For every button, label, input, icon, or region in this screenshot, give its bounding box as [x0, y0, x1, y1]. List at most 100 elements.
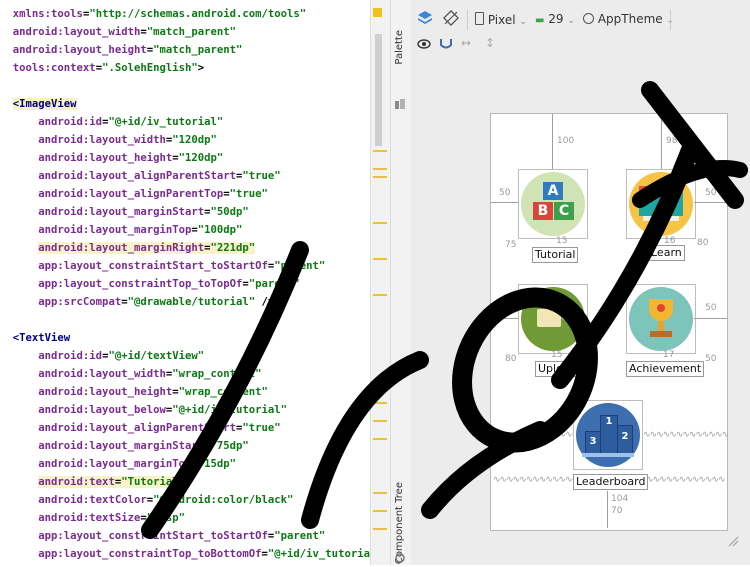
- xml-value: "Tutorial": [121, 476, 185, 488]
- margin-right-r2: 50: [705, 303, 717, 313]
- theme-selector[interactable]: AppTheme ⌄: [583, 12, 674, 26]
- iv-leaderboard[interactable]: 1 2 3: [573, 400, 643, 470]
- xml-value: "@+id/iv_tutorial": [172, 404, 288, 416]
- text-leaderboard[interactable]: Leaderboard: [573, 474, 649, 490]
- code-line[interactable]: android:id="@+id/iv_tutorial": [0, 113, 223, 131]
- code-line[interactable]: android:layout_marginStart="50dp": [0, 203, 249, 221]
- code-line[interactable]: android:layout_marginRight="221dp": [0, 239, 256, 257]
- xml-attribute: tools:context: [12, 62, 96, 74]
- xml-value: "parent": [274, 260, 326, 272]
- layout-canvas[interactable]: 100 98 50 A B C 50 75 15 55 Tutorial 16 …: [490, 113, 729, 531]
- spring-constraint: ∿∿∿∿∿∿∿∿∿∿∿∿: [646, 475, 725, 485]
- code-line[interactable]: app:layout_constraintTop_toTopOf="parent…: [0, 275, 300, 293]
- code-line[interactable]: android:layout_marginTop="100dp": [0, 221, 242, 239]
- xml-attribute: android:id: [38, 116, 103, 128]
- code-line[interactable]: app:layout_constraintStart_toStartOf="pa…: [0, 257, 325, 275]
- xml-attribute: android:textColor: [38, 494, 147, 506]
- code-line[interactable]: android:textSize="20sp": [0, 509, 185, 527]
- text-achievement[interactable]: Achievement: [626, 361, 705, 377]
- podium-1: 1: [600, 415, 618, 455]
- orientation-icon[interactable]: [443, 10, 459, 29]
- magnet-icon[interactable]: [439, 38, 453, 53]
- iv-learn[interactable]: [626, 169, 696, 239]
- code-line[interactable]: android:layout_height="match_parent": [0, 41, 243, 59]
- video-camera-icon: [521, 287, 585, 351]
- code-line[interactable]: android:layout_below="@+id/iv_tutorial": [0, 401, 287, 419]
- xml-value: "@android:color/black": [153, 494, 294, 506]
- text-learn[interactable]: Learn: [648, 245, 685, 261]
- palette-tab[interactable]: Palette: [394, 30, 405, 65]
- warning-marker[interactable]: [373, 294, 387, 296]
- warning-marker[interactable]: [373, 168, 387, 170]
- margin-right-r1: 50: [705, 188, 717, 198]
- podium-icon: 1 2 3: [576, 403, 640, 467]
- margin-bottom-2: 70: [611, 506, 623, 516]
- vertical-arrows-icon[interactable]: ↕: [485, 36, 495, 50]
- code-line[interactable]: app:layout_constraintTop_toBottomOf="@+i…: [0, 545, 370, 563]
- code-line[interactable]: android:layout_alignParentStart="true": [0, 167, 280, 185]
- xml-code-editor[interactable]: xmlns:tools="http://schemas.android.com/…: [0, 0, 370, 565]
- xml-attribute: android:layout_marginStart: [38, 206, 205, 218]
- layout-design-view[interactable]: Pixel ⌄ ▬ 29 ⌄ AppTheme ⌄ ↔ ↕ 100 98: [411, 0, 750, 565]
- code-line[interactable]: xmlns:tools="http://schemas.android.com/…: [0, 5, 306, 23]
- iv-tutorial[interactable]: A B C: [518, 169, 588, 239]
- code-line[interactable]: android:layout_width="120dp": [0, 131, 217, 149]
- code-line[interactable]: <ImageView: [0, 95, 77, 113]
- code-line[interactable]: <TextView: [0, 329, 70, 347]
- code-line[interactable]: android:id="@+id/textView": [0, 347, 204, 365]
- xml-value: "50dp": [210, 206, 249, 218]
- xml-attribute: android:text: [38, 476, 115, 488]
- design-surface-icon[interactable]: [417, 10, 433, 29]
- text-upload[interactable]: Upload: [535, 361, 580, 377]
- design-toolbar: Pixel ⌄ ▬ 29 ⌄ AppTheme ⌄: [411, 8, 750, 34]
- code-line[interactable]: android:layout_height="120dp": [0, 149, 223, 167]
- device-selector[interactable]: Pixel ⌄: [475, 12, 527, 27]
- code-line[interactable]: android:textColor="@android:color/black": [0, 491, 293, 509]
- phone-icon: [475, 12, 484, 25]
- xml-attribute: app:layout_constraintTop_toBottomOf: [38, 548, 262, 560]
- code-line[interactable]: android:layout_marginTop="15dp": [0, 455, 236, 473]
- code-line[interactable]: tools:context=".SolehEnglish">: [0, 59, 204, 77]
- margin-right-r3: 50: [705, 354, 717, 364]
- text-tutorial[interactable]: Tutorial: [532, 247, 579, 263]
- warning-marker[interactable]: [373, 258, 387, 260]
- xml-attribute: android:layout_width: [12, 26, 141, 38]
- code-line[interactable]: android:layout_width="wrap_content": [0, 365, 261, 383]
- xml-attribute: android:layout_width: [38, 134, 166, 146]
- code-line[interactable]: android:layout_height="wrap_content": [0, 383, 268, 401]
- warning-marker[interactable]: [373, 510, 387, 512]
- xml-value: "@drawable/tutorial": [127, 296, 256, 308]
- code-line[interactable]: android:text="Tutorial": [0, 473, 185, 491]
- horizontal-arrows-icon[interactable]: ↔: [461, 36, 471, 50]
- code-line[interactable]: android:layout_marginStart="75dp": [0, 437, 249, 455]
- warning-marker[interactable]: [373, 492, 387, 494]
- xml-value: "20sp": [146, 512, 186, 524]
- code-line[interactable]: android:layout_alignParentTop="true": [0, 185, 268, 203]
- warning-marker[interactable]: [373, 150, 387, 152]
- eye-icon[interactable]: [417, 38, 431, 53]
- warning-marker[interactable]: [373, 176, 387, 178]
- warning-marker[interactable]: [373, 438, 387, 440]
- warning-indicator[interactable]: [373, 8, 382, 17]
- editor-scrollbar[interactable]: [375, 34, 382, 146]
- xml-attribute: android:id: [38, 350, 103, 362]
- xml-attribute: app:srcCompat: [38, 296, 122, 308]
- warning-marker[interactable]: [373, 528, 387, 530]
- warning-marker[interactable]: [373, 420, 387, 422]
- iv-achievement[interactable]: [626, 284, 696, 354]
- code-line[interactable]: android:layout_width="match_parent": [0, 23, 236, 41]
- warning-marker[interactable]: [373, 222, 387, 224]
- margin-bottom: 104: [611, 494, 629, 504]
- api-level-selector[interactable]: ▬ 29 ⌄: [535, 12, 575, 26]
- warning-marker[interactable]: [373, 402, 387, 404]
- resize-handle-icon[interactable]: [727, 532, 739, 551]
- code-line[interactable]: android:layout_alignParentStart="true": [0, 419, 280, 437]
- xml-tag: <ImageView: [12, 98, 77, 110]
- android-icon: ▬: [535, 15, 545, 26]
- xml-value: ".SolehEnglish": [102, 62, 198, 74]
- code-line[interactable]: app:layout_constraintStart_toStartOf="pa…: [0, 527, 325, 545]
- code-line[interactable]: app:srcCompat="@drawable/tutorial" />: [0, 293, 274, 311]
- iv-upload[interactable]: [518, 284, 588, 354]
- xml-value: "@+id/iv_tutorial": [108, 116, 224, 128]
- xml-value: "100dp": [197, 224, 243, 236]
